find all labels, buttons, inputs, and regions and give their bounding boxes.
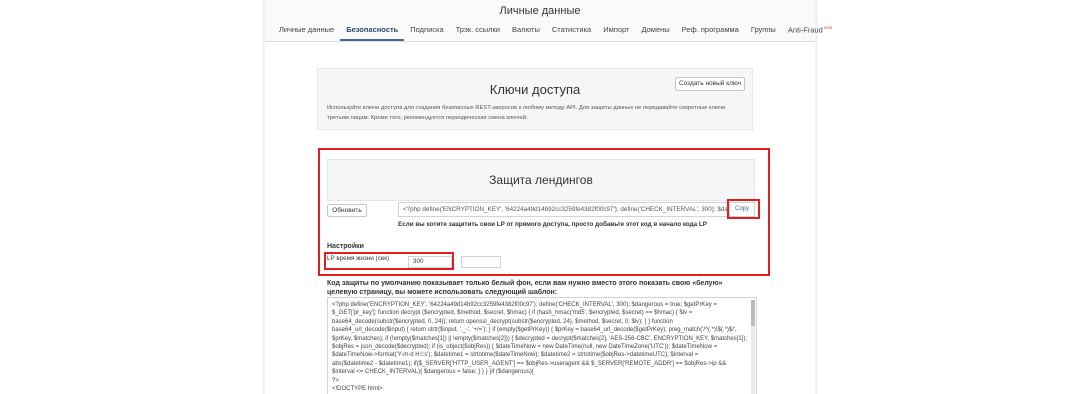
highlight-lp-lifetime [324,252,454,270]
tab-security[interactable]: Безопасность [340,23,405,41]
description-line: Используйте ключи доступа для создания б… [327,105,726,111]
create-key-button[interactable]: Создать новый ключ [675,77,745,91]
tab-label: Статистика [551,25,592,34]
tab-label: Реф. программа [681,25,739,34]
tab-import[interactable]: Импорт [597,23,635,41]
access-keys-description: Используйте ключи доступа для создания б… [327,103,757,123]
code-line: $objRes = json_decode($decrypted); if (i… [332,344,718,351]
code-line: base64_url_decode($input) { return strtr… [332,327,737,334]
description-line: третьим лицам. Кроме того, рекомендуется… [327,115,528,121]
tab-label: Безопасность [346,25,399,34]
tab-personal-data[interactable]: Личные данные [273,23,340,41]
tab-label: Валюты [512,25,540,34]
tab-currencies[interactable]: Валюты [506,23,546,41]
tab-bar: Личные данные Безопасность Подписка Трэк… [273,23,832,41]
tab-label: Личные данные [279,25,335,34]
note-line: Код защиты по умолчанию показывает тольк… [327,280,723,287]
code-line: abs($datetime2 - $datetime1); if($_SERVE… [332,360,727,367]
template-code-textarea[interactable]: <?php define('ENCRYPTION_KEY', '64224a49… [327,297,757,394]
tab-tracking-links[interactable]: Трэк. ссылки [450,23,506,41]
code-line: base64_decode(substr($encrypted, 0, 24))… [332,318,673,325]
tab-label: Группы [750,25,776,34]
tab-domains[interactable]: Домены [635,23,675,41]
template-note: Код защиты по умолчанию показывает тольк… [327,279,757,297]
page-header: Личные данные Личные данные Безопасность… [265,0,832,42]
highlight-copy-button [727,199,760,219]
code-line: <!DOCTYPE html> [332,386,383,393]
code-line: $_GET['pr_key']; function decrypt ($encr… [332,310,693,317]
tab-label: Домены [641,25,670,34]
note-line: целевую страницу, вы можете использовать… [327,289,558,296]
tab-statistics[interactable]: Статистика [546,23,597,41]
code-line: <?php define('ENCRYPTION_KEY', '64224a49… [332,302,717,308]
code-line: ?> [332,377,339,384]
tab-subscription[interactable]: Подписка [404,23,449,41]
tab-label: Трэк. ссылки [455,25,500,34]
tab-referral-program[interactable]: Реф. программа [676,23,745,41]
tab-label: Подписка [410,25,444,34]
code-line: $prKey, $matches); if (!empty($matches[1… [332,335,748,342]
scroll-thumb[interactable] [751,300,755,326]
code-scrollbar[interactable] [751,300,755,394]
code-line: $dateTimeNow->format('Y-m-d H:i:s'); $da… [332,352,699,359]
tab-label: Anti-Fraud [787,25,823,35]
code-line: $interval <= CHECK_INTERVAL){ $dangerous… [332,369,534,376]
tab-groups[interactable]: Группы [745,23,782,41]
new-badge: new [823,25,833,30]
frame-edge-right [815,0,818,394]
page-title: Личные данные [499,5,581,17]
tab-anti-fraud[interactable]: Anti-Fraudnew [782,23,838,41]
tab-label: Импорт [603,25,630,34]
main-content: Ключи доступа Создать новый ключ Использ… [265,42,815,394]
